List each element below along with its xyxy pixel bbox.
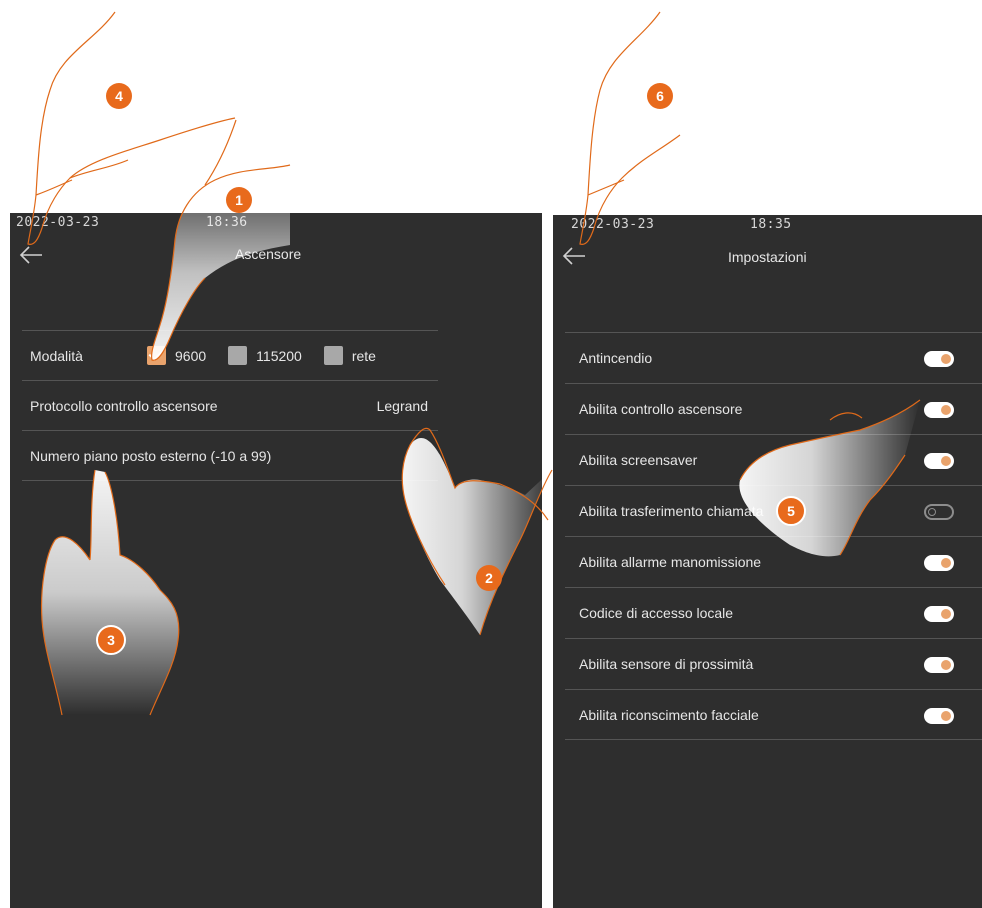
setting-row[interactable]: Codice di accesso locale (565, 587, 982, 638)
step-badge-1: 1 (226, 187, 252, 213)
page-title: Ascensore (235, 246, 302, 262)
toggle-switch[interactable] (924, 350, 954, 367)
option-115200-label: 115200 (256, 347, 302, 364)
option-rete-label: rete (351, 347, 376, 364)
protocollo-value[interactable]: Legrand (377, 398, 428, 414)
toggle-switch[interactable] (924, 707, 954, 724)
back-arrow-icon[interactable] (18, 245, 44, 265)
toggle-switch[interactable] (924, 452, 954, 469)
setting-row[interactable]: Abilita screensaver (565, 434, 982, 485)
status-time: 18:35 (750, 217, 792, 232)
checkbox-9600[interactable] (147, 346, 166, 365)
toggle-switch[interactable] (924, 605, 954, 622)
impostazioni-screen: 2022-03-23 18:35 Impostazioni Antincendi… (553, 215, 982, 908)
protocollo-label: Protocollo controllo ascensore (30, 397, 218, 414)
step-badge-5: 5 (776, 496, 806, 526)
step-badge-2: 2 (476, 565, 502, 591)
setting-row[interactable]: Abilita sensore di prossimità (565, 638, 982, 689)
status-time: 18:36 (206, 215, 248, 230)
toggle-switch[interactable] (924, 554, 954, 571)
step-badge-6: 6 (647, 83, 673, 109)
numero-piano-label: Numero piano posto esterno (-10 a 99) (30, 447, 272, 464)
setting-row[interactable]: Antincendio (565, 332, 982, 383)
toggle-switch[interactable] (924, 656, 954, 673)
setting-label: Abilita trasferimento chiamata (579, 503, 764, 519)
setting-row[interactable]: Abilita controllo ascensore (565, 383, 982, 434)
setting-label: Codice di accesso locale (579, 605, 734, 621)
setting-label: Abilita riconscimento facciale (579, 706, 759, 723)
setting-label: Abilita controllo ascensore (579, 401, 743, 417)
toggle-switch[interactable] (924, 503, 954, 520)
numero-piano-row[interactable]: Numero piano posto esterno (-10 a 99) (22, 430, 438, 481)
hand-pointer-4-icon (27, 11, 236, 245)
back-arrow-icon[interactable] (561, 246, 587, 266)
modalita-row: Modalità 9600 115200 rete (22, 330, 438, 380)
setting-label: Abilita allarme manomissione (579, 554, 762, 570)
page-title: Impostazioni (728, 249, 807, 265)
modalita-label: Modalità (30, 347, 83, 364)
status-date: 2022-03-23 (16, 215, 100, 230)
setting-row[interactable]: Abilita allarme manomissione (565, 536, 982, 587)
checkbox-115200[interactable] (228, 346, 248, 365)
step-badge-3: 3 (96, 625, 126, 655)
option-9600-label: 9600 (175, 347, 207, 364)
hand-pointer-6-icon (579, 11, 681, 245)
protocollo-row[interactable]: Protocollo controllo ascensore Legrand (22, 380, 438, 430)
step-badge-4: 4 (106, 83, 132, 109)
setting-row[interactable]: Abilita riconscimento facciale (565, 689, 982, 740)
checkbox-rete[interactable] (323, 346, 343, 365)
setting-label: Abilita screensaver (579, 452, 698, 468)
toggle-switch[interactable] (924, 401, 954, 418)
elevator-settings-screen: 2022-03-23 18:36 Ascensore Modalità 9600… (10, 213, 542, 908)
setting-row[interactable]: Abilita trasferimento chiamata (565, 485, 982, 536)
setting-label: Antincendio (579, 350, 653, 366)
setting-label: Abilita sensore di prossimità (579, 656, 754, 672)
status-date: 2022-03-23 (571, 217, 655, 232)
